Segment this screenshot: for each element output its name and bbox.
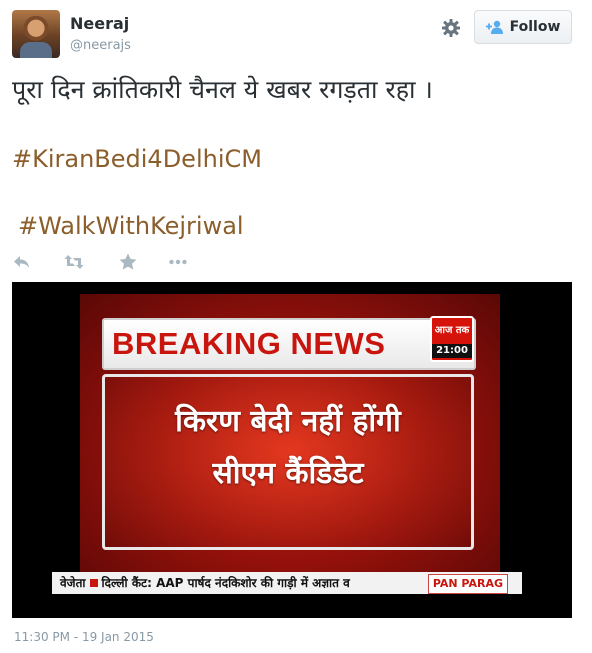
channel-time: 21:00 — [432, 344, 472, 358]
channel-logo-text: आज तक — [434, 325, 470, 336]
headline-line: किरण बेदी नहीं होंगी — [175, 404, 401, 439]
avatar[interactable] — [12, 10, 60, 58]
favorite-icon[interactable] — [118, 252, 138, 272]
reply-icon[interactable] — [12, 252, 32, 272]
ticker-headline: दिल्ली कैंट: AAP पार्षद नंदकिशोर की गाड़… — [101, 576, 350, 590]
tweet-media-image[interactable]: BREAKING NEWS आज तक 21:00 किरण बेदी नहीं… — [12, 282, 572, 618]
sponsor-logo: PAN PARAG — [427, 574, 508, 594]
headline-box: किरण बेदी नहीं होंगी सीएम कैंडिडेट — [102, 374, 474, 550]
breaking-news-title: BREAKING NEWS — [112, 326, 386, 361]
gear-icon[interactable] — [441, 18, 461, 38]
follow-label: Follow — [509, 19, 561, 35]
follow-user-icon — [485, 20, 503, 34]
news-screen: BREAKING NEWS आज तक 21:00 किरण बेदी नहीं… — [80, 294, 500, 576]
headline-line: सीएम कैंडिडेट — [212, 456, 364, 491]
avatar-shirt — [20, 42, 52, 58]
retweet-icon[interactable] — [64, 252, 84, 272]
ticker-left: वेजेता — [60, 576, 86, 590]
news-ticker: वेजेता दिल्ली कैंट: AAP पार्षद नंदकिशोर क… — [52, 572, 522, 594]
hashtag-link[interactable]: #KiranBedi4DelhiCM — [12, 145, 262, 173]
follow-button[interactable]: Follow — [474, 10, 572, 44]
ticker-text: वेजेता दिल्ली कैंट: AAP पार्षद नंदकिशोर क… — [60, 574, 350, 591]
more-icon[interactable] — [168, 252, 188, 272]
hashtag-link[interactable]: #WalkWithKejriwal — [18, 212, 244, 240]
tweet-text: पूरा दिन क्रांतिकारी चैनल ये खबर रगड़ता … — [12, 75, 433, 104]
tweet-timestamp[interactable]: 11:30 PM - 19 Jan 2015 — [14, 630, 154, 644]
breaking-news-bar: BREAKING NEWS — [102, 318, 476, 370]
user-name[interactable]: Neeraj — [70, 14, 129, 33]
user-handle[interactable]: @neerajs — [70, 38, 131, 53]
channel-logo: आज तक 21:00 — [430, 316, 474, 362]
ticker-bullet-icon — [89, 579, 98, 587]
